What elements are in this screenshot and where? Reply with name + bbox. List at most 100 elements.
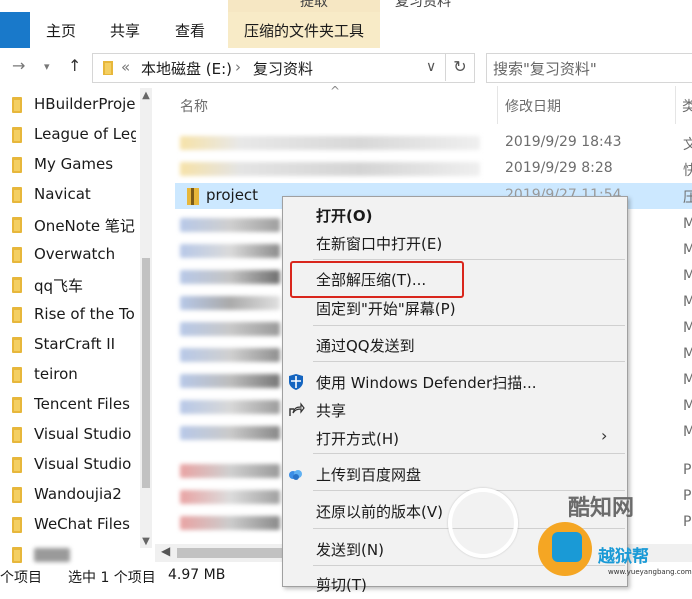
folder-icon: [12, 307, 22, 323]
search-placeholder: 搜索"复习资料": [493, 60, 597, 78]
folder-icon: [12, 427, 22, 443]
folder-icon: [103, 61, 113, 75]
context-group-label: 提取: [300, 0, 328, 10]
zip-folder-icon: [187, 188, 199, 205]
forward-arrow-icon[interactable]: →: [12, 56, 25, 75]
menu-item-share[interactable]: 共享: [283, 395, 627, 425]
menu-item-send-qq[interactable]: 通过QQ发送到: [283, 330, 627, 360]
file-row[interactable]: 2019/9/29 18:43 文: [175, 130, 692, 156]
watermark-badge-inner: [552, 532, 582, 562]
blurred-name: [180, 348, 280, 362]
watermark-url: www.yueyangbang.com: [608, 568, 692, 576]
blurred-name: [180, 162, 480, 176]
sidebar-item[interactable]: StarCraft II: [0, 330, 140, 360]
watermark-circle: [448, 488, 518, 558]
menu-item-pin-to-start[interactable]: 固定到"开始"屏幕(P): [283, 293, 627, 323]
baidu-cloud-icon: [289, 470, 302, 480]
breadcrumb-overflow[interactable]: «: [121, 58, 130, 76]
breadcrumb-drive[interactable]: 本地磁盘 (E:): [141, 58, 232, 79]
sidebar-item[interactable]: OneNote 笔记: [0, 210, 140, 240]
tab-file[interactable]: [0, 12, 30, 48]
folder-icon: [12, 97, 22, 113]
blurred-name: [180, 322, 280, 336]
folder-icon: [12, 247, 22, 263]
tab-view[interactable]: 查看: [175, 20, 205, 41]
menu-separator: [313, 453, 625, 454]
blurred-name: [180, 136, 480, 150]
recent-dropdown-icon[interactable]: ▾: [44, 60, 50, 73]
breadcrumb-separator-icon: ›: [235, 58, 241, 76]
up-arrow-icon[interactable]: ↑: [68, 56, 81, 75]
blurred-name: [180, 296, 280, 310]
tab-home[interactable]: 主页: [46, 20, 76, 41]
sidebar-item[interactable]: HBuilderProje: [0, 90, 140, 120]
sidebar-item[interactable]: My Games: [0, 150, 140, 180]
watermark-brand: 酷知网: [568, 496, 635, 521]
scroll-left-icon[interactable]: ◀: [161, 544, 170, 558]
folder-icon: [12, 457, 22, 473]
tab-compressed-tools-label: 压缩的文件夹工具: [244, 22, 365, 40]
sidebar-item[interactable]: Overwatch: [0, 240, 140, 270]
watermark-brand-2: 越狱帮: [598, 547, 649, 567]
title-bar: 提取 复习资料: [0, 0, 692, 12]
sidebar-item[interactable]: Navicat: [0, 180, 140, 210]
blurred-name: [180, 218, 280, 232]
scroll-up-icon[interactable]: ▲: [140, 90, 152, 101]
scroll-down-icon[interactable]: ▼: [140, 536, 152, 547]
address-dropdown-icon[interactable]: ∨: [426, 59, 436, 75]
menu-separator: [313, 259, 625, 260]
menu-item-extract-all[interactable]: 全部解压缩(T)...: [283, 264, 627, 294]
breadcrumb-folder[interactable]: 复习资料: [253, 58, 313, 79]
folder-icon: [12, 277, 22, 293]
blurred-name: [180, 400, 280, 414]
column-divider[interactable]: [675, 86, 676, 124]
folder-icon: [12, 547, 22, 563]
menu-item-open-new-window[interactable]: 在新窗口中打开(E): [283, 228, 627, 258]
blurred-name: [180, 374, 280, 388]
menu-separator: [313, 361, 625, 362]
sidebar-item[interactable]: teiron: [0, 360, 140, 390]
column-header-date[interactable]: 修改日期: [505, 96, 561, 116]
sidebar-item[interactable]: Tencent Files: [0, 390, 140, 420]
blurred-name: [180, 244, 280, 258]
folder-icon: [12, 517, 22, 533]
blurred-name: [180, 270, 280, 284]
sidebar-item[interactable]: Rise of the To: [0, 300, 140, 330]
blurred-name: [180, 464, 280, 478]
folder-icon: [12, 397, 22, 413]
sort-ascending-icon: ^: [330, 84, 341, 98]
file-row[interactable]: 2019/9/29 8:28 快: [175, 156, 692, 182]
column-header-name[interactable]: 名称: [180, 96, 208, 116]
address-bar[interactable]: « 本地磁盘 (E:) › 复习资料 ∨ ↻: [92, 53, 475, 83]
folder-icon: [12, 337, 22, 353]
menu-separator: [313, 325, 625, 326]
watermark: 酷知网 越狱帮 www.yueyangbang.com: [448, 484, 692, 585]
item-count: 个项目: [0, 570, 42, 586]
sidebar-item[interactable]: WeChat Files: [0, 510, 140, 540]
sidebar-item[interactable]: qq飞车: [0, 270, 140, 300]
share-icon: [289, 402, 305, 416]
column-divider[interactable]: [497, 86, 498, 124]
sidebar-item[interactable]: League of Leg: [0, 120, 140, 150]
sidebar-item[interactable]: Visual Studio: [0, 420, 140, 450]
blurred-name: [180, 426, 280, 440]
navigation-pane: HBuilderProje League of Leg My Games Nav…: [0, 88, 155, 568]
defender-icon: [289, 374, 303, 390]
scrollbar-thumb[interactable]: [142, 258, 150, 488]
tab-compressed-tools[interactable]: 压缩的文件夹工具: [228, 12, 380, 48]
blurred-name: [180, 490, 280, 504]
column-header-type[interactable]: 类: [682, 96, 692, 116]
menu-item-open[interactable]: 打开(O): [283, 200, 627, 230]
menu-item-defender-scan[interactable]: 使用 Windows Defender扫描...: [283, 367, 627, 397]
refresh-icon[interactable]: ↻: [445, 53, 474, 81]
menu-item-open-with[interactable]: 打开方式(H) ›: [283, 423, 627, 453]
file-name: project: [206, 186, 259, 204]
sidebar-item[interactable]: Wandoujia2: [0, 480, 140, 510]
folder-icon: [12, 127, 22, 143]
chevron-right-icon: ›: [601, 426, 608, 445]
tab-share[interactable]: 共享: [110, 20, 140, 41]
sidebar-item[interactable]: Visual Studio: [0, 450, 140, 480]
blurred-name: [180, 516, 280, 530]
search-input[interactable]: 搜索"复习资料": [486, 53, 692, 83]
sidebar-scrollbar[interactable]: ▲ ▼: [140, 88, 152, 548]
